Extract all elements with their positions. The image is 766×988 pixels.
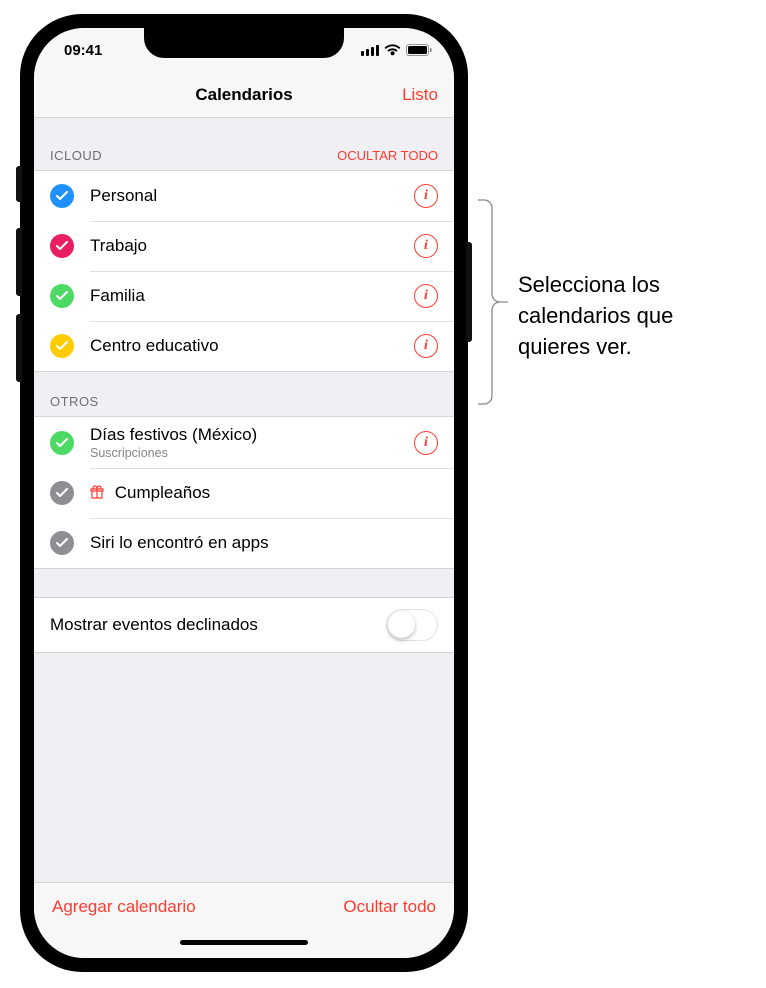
calendar-label: Centro educativo (90, 336, 414, 356)
calendar-row-birthdays[interactable]: Cumpleaños (34, 468, 454, 518)
info-icon[interactable]: i (414, 431, 438, 455)
nav-title: Calendarios (195, 85, 292, 105)
battery-icon (406, 44, 432, 56)
notch (144, 28, 344, 58)
checkmark-icon (50, 334, 74, 358)
calendar-label: Personal (90, 186, 414, 206)
status-time: 09:41 (64, 42, 102, 59)
declined-events-row: Mostrar eventos declinados (34, 597, 454, 653)
declined-events-switch[interactable] (386, 609, 438, 641)
volume-up-button[interactable] (16, 228, 22, 296)
hide-all-button[interactable]: Ocultar todo (343, 897, 436, 917)
calendar-row-siri[interactable]: Siri lo encontró en apps (34, 518, 454, 568)
phone-frame: 09:41 Calendarios Listo ICLOUD OCULTAR T… (20, 14, 468, 972)
calendar-row-personal[interactable]: Personal i (34, 171, 454, 221)
nav-bar: Calendarios Listo (34, 72, 454, 118)
calendar-label: Días festivos (México) (90, 425, 414, 445)
checkmark-icon (50, 284, 74, 308)
volume-down-button[interactable] (16, 314, 22, 382)
info-icon[interactable]: i (414, 334, 438, 358)
calendar-row-familia[interactable]: Familia i (34, 271, 454, 321)
others-group: Días festivos (México) Suscripciones i C… (34, 416, 454, 569)
section-label-icloud: ICLOUD (50, 148, 102, 163)
checkmark-icon (50, 431, 74, 455)
calendar-label: Familia (90, 286, 414, 306)
calendar-sublabel: Suscripciones (90, 446, 414, 460)
done-button[interactable]: Listo (402, 85, 438, 105)
section-header-others: OTROS (34, 372, 454, 416)
home-indicator[interactable] (180, 940, 308, 945)
toolbar: Agregar calendario Ocultar todo (34, 882, 454, 930)
content: ICLOUD OCULTAR TODO Personal i Trabajo i (34, 118, 454, 882)
hide-all-icloud-button[interactable]: OCULTAR TODO (337, 148, 438, 163)
screen: 09:41 Calendarios Listo ICLOUD OCULTAR T… (34, 28, 454, 958)
power-button[interactable] (466, 242, 472, 342)
add-calendar-button[interactable]: Agregar calendario (52, 897, 196, 917)
cellular-icon (361, 45, 379, 56)
calendar-label: Siri lo encontró en apps (90, 533, 438, 553)
status-right (361, 44, 432, 56)
calendar-row-trabajo[interactable]: Trabajo i (34, 221, 454, 271)
checkmark-icon (50, 531, 74, 555)
calendar-label: Cumpleaños (90, 483, 438, 503)
wifi-icon (384, 44, 401, 56)
calendar-label: Trabajo (90, 236, 414, 256)
bracket-icon (474, 198, 510, 410)
section-label-others: OTROS (50, 394, 99, 409)
checkmark-icon (50, 481, 74, 505)
gift-icon (90, 483, 109, 502)
info-icon[interactable]: i (414, 234, 438, 258)
checkmark-icon (50, 234, 74, 258)
mute-switch[interactable] (16, 166, 22, 202)
home-indicator-area (34, 930, 454, 958)
icloud-group: Personal i Trabajo i Familia i (34, 170, 454, 372)
section-header-icloud: ICLOUD OCULTAR TODO (34, 118, 454, 170)
info-icon[interactable]: i (414, 284, 438, 308)
calendar-row-holidays[interactable]: Días festivos (México) Suscripciones i (34, 417, 454, 468)
info-icon[interactable]: i (414, 184, 438, 208)
callout-text: Selecciona los calendarios que quieres v… (518, 270, 748, 362)
toggle-label: Mostrar eventos declinados (50, 615, 258, 635)
checkmark-icon (50, 184, 74, 208)
calendar-row-centro[interactable]: Centro educativo i (34, 321, 454, 371)
